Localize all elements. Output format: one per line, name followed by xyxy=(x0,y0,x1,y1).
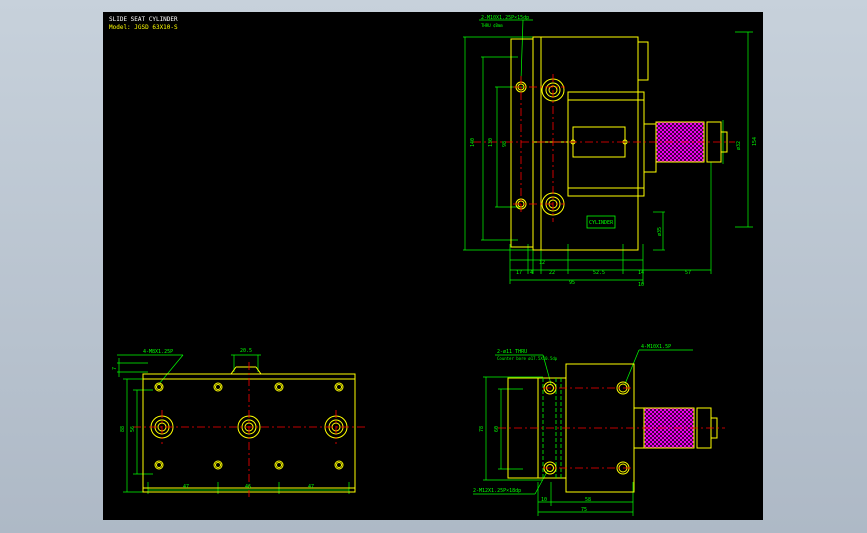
side-view-holes xyxy=(515,78,565,216)
bottom-callout: 4-M8X1.25P xyxy=(143,349,173,355)
end-callout-top-left: 2-ø11 THRU xyxy=(497,349,527,355)
end-view: 2-ø11 THRU Counter bore ø17.5X10.5dp 4-M… xyxy=(473,344,725,516)
dim-dia32: ø32 xyxy=(736,141,742,150)
dim-56: 56 xyxy=(130,426,136,432)
side-hole-callout: 2-M10X1.25P×15dp xyxy=(481,15,529,21)
dim-7: 7 xyxy=(112,367,118,370)
nameplate-text: CYLINDER xyxy=(589,220,614,226)
end-callout-top-right: 4-M10X1.5P xyxy=(641,344,671,350)
dim-75: 75 xyxy=(581,507,587,513)
dim-98: 98 xyxy=(502,141,508,147)
dim-10: 10 xyxy=(638,282,644,288)
side-view-dimension-lines xyxy=(463,19,753,284)
bottom-view: 4-M8X1.25P 20.5 7 88 56 47 46 47 xyxy=(112,348,365,497)
dim-14: 14 xyxy=(638,270,644,276)
title-line1: SLIDE SEAT CYLINDER xyxy=(109,16,178,23)
dim-58: 58 xyxy=(585,497,591,503)
dim-88: 88 xyxy=(120,426,126,432)
bottom-view-centerlines xyxy=(133,362,365,497)
end-callout-bottom: 2-M12X1.25P×18dp xyxy=(473,488,521,494)
dim-154: 154 xyxy=(752,137,758,146)
dim-12: 12 xyxy=(539,260,545,266)
dim-22: 22 xyxy=(549,270,555,276)
dim-46: 46 xyxy=(245,484,251,490)
dim-140: 140 xyxy=(470,138,476,147)
dim-47-right: 47 xyxy=(308,484,314,490)
dim-20-5: 20.5 xyxy=(240,348,252,354)
end-view-centerlines xyxy=(498,387,725,469)
dim-17: 17 xyxy=(516,270,522,276)
knurl-knob xyxy=(655,121,705,163)
dim-47-left: 47 xyxy=(183,484,189,490)
dim-dia35: ø35 xyxy=(657,227,663,236)
title-line2: Model: JGSD 63X10-S xyxy=(109,24,178,31)
side-view: CYLINDER 2-M10X1.25P×15dp THRU ¢Bmm 140 … xyxy=(463,15,758,288)
dim-130: 130 xyxy=(488,138,494,147)
cad-drawing: SLIDE SEAT CYLINDER Model: JGSD 63X10-S xyxy=(109,15,758,516)
drawing-sheet: SLIDE SEAT CYLINDER Model: JGSD 63X10-S xyxy=(103,12,763,520)
dim-60: 60 xyxy=(494,426,500,432)
end-callout-top-left-note: Counter bore ø17.5X10.5dp xyxy=(497,356,558,361)
dim-10-end: 10 xyxy=(541,497,547,503)
dim-95: 95 xyxy=(569,280,575,286)
dim-4: 4 xyxy=(530,270,533,276)
dim-52-5: 52.5 xyxy=(593,270,605,276)
dim-78: 78 xyxy=(479,426,485,432)
dim-57: 57 xyxy=(685,270,691,276)
side-hole-callout-note: THRU ¢Bmm xyxy=(481,23,503,28)
